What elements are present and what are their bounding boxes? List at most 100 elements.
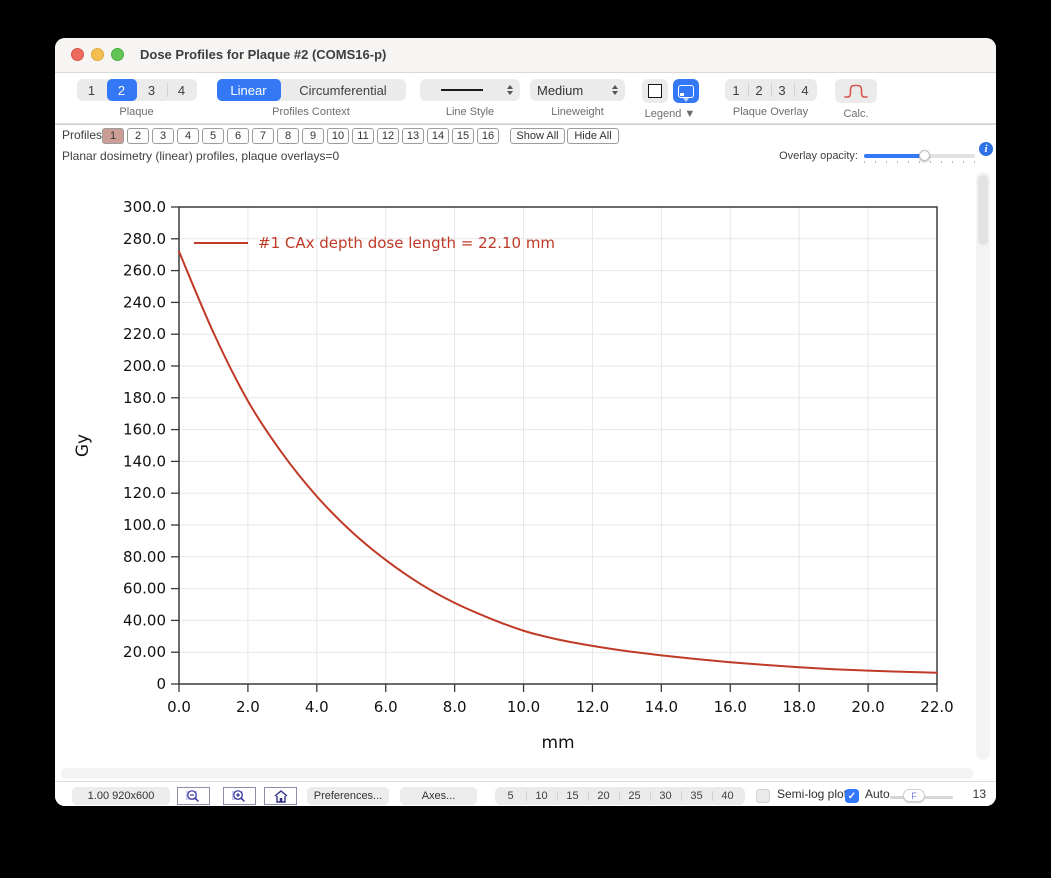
profile-button-12[interactable]: 12 <box>377 128 399 144</box>
plaque-group: 1234 Plaque <box>76 79 197 118</box>
overlay-segment-2[interactable]: 2 <box>748 79 771 101</box>
app-window: Dose Profiles for Plaque #2 (COMS16-p) 1… <box>55 38 996 806</box>
home-icon <box>274 790 288 803</box>
chart-x-tick-label: 2.0 <box>236 698 260 716</box>
overlay-segment-1[interactable]: 1 <box>725 79 748 101</box>
plaque-group-label: Plaque <box>119 106 153 118</box>
line-style-select[interactable] <box>420 79 520 101</box>
context-segment-circumferential[interactable]: Circumferential <box>281 79 406 101</box>
zoom-in-button[interactable] <box>223 787 256 805</box>
profile-button-3[interactable]: 3 <box>152 128 174 144</box>
title-bar[interactable]: Dose Profiles for Plaque #2 (COMS16-p) <box>55 38 996 73</box>
profile-button-5[interactable]: 5 <box>202 128 224 144</box>
profile-button-6[interactable]: 6 <box>227 128 249 144</box>
profile-button-11[interactable]: 11 <box>352 128 374 144</box>
legend-label: Legend ▼ <box>645 108 696 120</box>
profile-button-2[interactable]: 2 <box>127 128 149 144</box>
hide-all-button[interactable]: Hide All <box>567 128 619 144</box>
plaque-segment-4[interactable]: 4 <box>167 79 197 101</box>
tick-option-30[interactable]: 30 <box>650 787 681 805</box>
calc-button[interactable] <box>835 79 877 103</box>
vertical-scrollbar-thumb[interactable] <box>978 175 988 245</box>
legend-position-button[interactable] <box>673 79 699 103</box>
plaque-overlay-group: 1234 Plaque Overlay <box>723 79 818 118</box>
profiles-context-group: LinearCircumferential Profiles Context <box>216 79 406 118</box>
chart-x-tick-label: 10.0 <box>507 698 540 716</box>
context-segment-linear[interactable]: Linear <box>217 79 281 101</box>
line-style-label: Line Style <box>446 106 494 118</box>
profile-button-13[interactable]: 13 <box>402 128 424 144</box>
zoom-out-button[interactable] <box>177 787 210 805</box>
zoom-button[interactable] <box>111 48 124 61</box>
axes-button[interactable]: Axes... <box>400 787 477 805</box>
profile-button-15[interactable]: 15 <box>452 128 474 144</box>
overlay-segment-4[interactable]: 4 <box>794 79 817 101</box>
semilog-checkbox[interactable] <box>756 789 770 803</box>
chart-x-tick-label: 16.0 <box>714 698 747 716</box>
semilog-label: Semi-log plot <box>777 782 847 806</box>
chart-curve <box>179 252 937 673</box>
profile-button-4[interactable]: 4 <box>177 128 199 144</box>
auto-checkbox[interactable]: ✓ <box>845 789 859 803</box>
chart-y-tick-label: 240.0 <box>123 293 166 311</box>
f-slider-value: 13 <box>958 782 986 806</box>
lineweight-value: Medium <box>537 83 583 98</box>
chart-x-tick-label: 14.0 <box>645 698 678 716</box>
chart-y-tick-label: 20.00 <box>123 643 166 661</box>
status-message: Planar dosimetry (linear) profiles, plaq… <box>62 146 339 166</box>
plaque-segment-3[interactable]: 3 <box>137 79 167 101</box>
overlay-opacity-fill <box>864 154 925 158</box>
profile-button-1[interactable]: 1 <box>102 128 124 144</box>
vertical-scrollbar[interactable] <box>976 172 990 760</box>
tick-option-40[interactable]: 40 <box>712 787 743 805</box>
overlay-opacity-thumb[interactable] <box>919 150 930 161</box>
chart-x-tick-label: 22.0 <box>920 698 953 716</box>
plaque-segmented: 1234 <box>77 79 197 101</box>
tick-option-10[interactable]: 10 <box>526 787 557 805</box>
plaque-segment-1[interactable]: 1 <box>77 79 107 101</box>
preferences-button[interactable]: Preferences... <box>307 787 389 805</box>
tick-option-35[interactable]: 35 <box>681 787 712 805</box>
legend-off-button[interactable] <box>642 79 668 103</box>
tick-option-15[interactable]: 15 <box>557 787 588 805</box>
chart-y-tick-label: 100.0 <box>123 516 166 534</box>
tick-option-5[interactable]: 5 <box>495 787 526 805</box>
bottom-toolbar: 1.00 920x600 Pre <box>55 781 996 806</box>
show-all-button[interactable]: Show All <box>510 128 565 144</box>
chart-y-tick-label: 300.0 <box>123 198 166 216</box>
chart-y-tick-label: 40.00 <box>123 611 166 629</box>
profile-button-9[interactable]: 9 <box>302 128 324 144</box>
profile-button-8[interactable]: 8 <box>277 128 299 144</box>
chart-xlabel: mm <box>541 733 574 753</box>
chart-y-tick-label: 160.0 <box>123 421 166 439</box>
scale-indicator[interactable]: 1.00 920x600 <box>72 787 170 805</box>
chart-legend-label: #1 CAx depth dose length = 22.10 mm <box>258 234 555 252</box>
overlay-segment-3[interactable]: 3 <box>771 79 794 101</box>
chart-area: 020.0040.0060.0080.00100.0120.0140.0160.… <box>55 166 996 766</box>
chart-x-tick-label: 8.0 <box>443 698 467 716</box>
tick-option-20[interactable]: 20 <box>588 787 619 805</box>
line-style-swatch-icon <box>441 89 483 91</box>
lineweight-select[interactable]: Medium <box>530 79 625 101</box>
close-button[interactable] <box>71 48 84 61</box>
chart-y-tick-label: 80.00 <box>123 548 166 566</box>
plaque-overlay-segmented: 1234 <box>725 79 817 101</box>
profile-button-16[interactable]: 16 <box>477 128 499 144</box>
chart-y-tick-label: 180.0 <box>123 389 166 407</box>
top-toolbar: 1234 Plaque LinearCircumferential Profil… <box>55 73 996 124</box>
f-slider-thumb[interactable]: F <box>903 789 925 802</box>
legend-position-icon <box>678 85 694 98</box>
plaque-segment-2[interactable]: 2 <box>107 79 137 101</box>
profile-button-10[interactable]: 10 <box>327 128 349 144</box>
profile-button-14[interactable]: 14 <box>427 128 449 144</box>
chart-y-tick-label: 200.0 <box>123 357 166 375</box>
profile-button-7[interactable]: 7 <box>252 128 274 144</box>
status-bar: Planar dosimetry (linear) profiles, plaq… <box>55 146 996 167</box>
minimize-button[interactable] <box>91 48 104 61</box>
info-icon[interactable]: i <box>979 142 993 156</box>
horizontal-scrollbar[interactable] <box>61 768 973 779</box>
home-view-button[interactable] <box>264 787 297 805</box>
tick-option-25[interactable]: 25 <box>619 787 650 805</box>
overlay-opacity-slider[interactable] <box>864 154 975 158</box>
chart-plot-border <box>179 207 937 684</box>
